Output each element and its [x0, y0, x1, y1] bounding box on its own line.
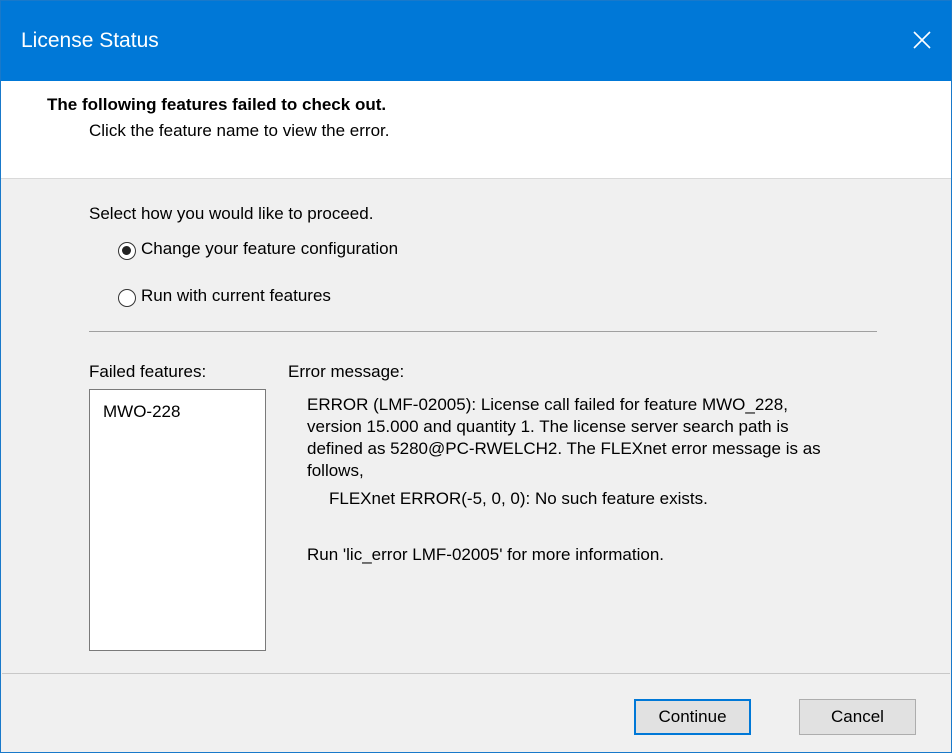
close-button[interactable] — [891, 1, 951, 81]
error-line: ERROR (LMF-02005): License call failed f… — [307, 395, 788, 414]
window-title: License Status — [21, 29, 159, 52]
close-icon — [913, 31, 931, 49]
continue-button[interactable]: Continue — [634, 699, 751, 735]
radio-run-current-features[interactable]: Run with current features — [118, 286, 518, 310]
proceed-prompt: Select how you would like to proceed. — [89, 204, 374, 223]
error-line: follows, — [307, 461, 364, 480]
failed-features-list[interactable]: MWO-228 — [89, 389, 266, 651]
radio-change-configuration[interactable]: Change your feature configuration — [118, 239, 518, 263]
error-line: defined as 5280@PC-RWELCH2. The FLEXnet … — [307, 439, 821, 458]
cancel-button[interactable]: Cancel — [799, 699, 916, 735]
failed-feature-item[interactable]: MWO-228 — [103, 402, 180, 422]
error-message-label: Error message: — [288, 362, 405, 381]
error-line: version 15.000 and quantity 1. The licen… — [307, 417, 789, 436]
header-band: The following features failed to check o… — [1, 81, 951, 179]
footer-divider — [2, 673, 950, 674]
license-status-dialog: License Status The following features fa… — [0, 0, 952, 753]
radio-checked-icon[interactable] — [118, 242, 136, 260]
header-subtitle: Click the feature name to view the error… — [89, 121, 390, 140]
header-title: The following features failed to check o… — [47, 95, 387, 114]
section-divider — [89, 331, 877, 332]
failed-features-label: Failed features: — [89, 362, 207, 381]
error-line-info: Run 'lic_error LMF-02005' for more infor… — [307, 545, 665, 564]
title-bar[interactable]: License Status — [1, 1, 951, 81]
radio-unchecked-icon[interactable] — [118, 289, 136, 307]
radio-label-run-current-features[interactable]: Run with current features — [141, 286, 331, 306]
error-line-flexnet: FLEXnet ERROR(-5, 0, 0): No such feature… — [329, 489, 708, 508]
radio-label-change-configuration[interactable]: Change your feature configuration — [141, 239, 398, 259]
